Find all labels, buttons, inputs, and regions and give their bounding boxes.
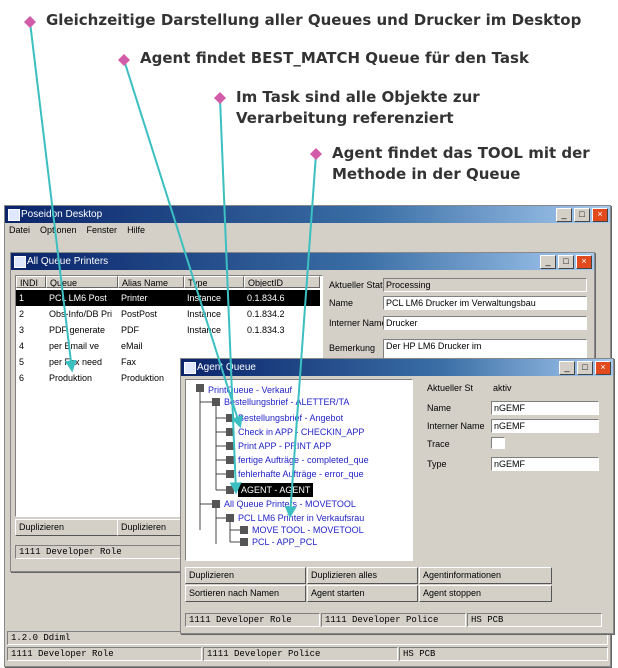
agent-field-label-internal: Interner Name [427,421,485,431]
maximize-icon[interactable]: □ [577,361,593,375]
minimize-icon[interactable]: _ [556,208,572,222]
tree-item[interactable]: Bestellungsbrief - ALETTER/TA [224,395,349,409]
close-icon[interactable]: × [576,255,592,269]
tree-item[interactable]: All Queue Printers - MOVETOOL [224,497,356,511]
menu-hilfe[interactable]: Hilfe [127,223,145,237]
desktop-status-2: 1111 Developer Police [203,647,398,661]
agent-titlebar[interactable]: Agent Queue _ □ × [181,359,613,376]
agent-status-1: 1111 Developer Role [185,613,320,627]
field-label-internal: Interner Name [329,318,387,328]
agent-field-label-name: Name [427,403,452,413]
tree-item[interactable]: fehlerhafte Aufträge - error_que [238,467,364,481]
annotation-4: ◆Agent findet das TOOL mit derMethode in… [332,144,590,183]
tree-item[interactable]: fertige Aufträge - completed_que [238,453,369,467]
agent-status-3: HS PCB [467,613,602,627]
agent-field-label-trace: Trace [427,439,450,449]
col-header-queue[interactable]: Queue [46,276,118,288]
agent-status-label: Aktueller St [427,383,474,393]
annotation-2: ◆Agent findet BEST_MATCH Queue für den T… [140,49,529,67]
menu-optionen[interactable]: Optionen [40,223,77,237]
menu-bar: Datei Optionen Fenster Hilfe [5,223,610,237]
field-name[interactable]: PCL LM6 Drucker im Verwaltungsbau [383,296,587,310]
agent-status-value: aktiv [493,383,512,393]
window-icon [14,256,26,268]
queue-status-bar: 1111 Developer Role [15,545,184,559]
table-row[interactable]: 1 PCL LM6 Post Printer Instance 0.1.834.6 [16,290,320,306]
agent-start-button[interactable]: Agent starten [307,585,418,602]
diamond-4-icon [310,148,322,160]
queue-list-header: INDI Queue Alias Name Type ObjectID [16,276,320,288]
agent-field-name[interactable]: nGEMF [491,401,599,415]
field-label-name: Name [329,298,354,308]
diamond-2-icon [118,54,130,66]
col-header-type[interactable]: Type [184,276,244,288]
col-header-alias[interactable]: Alias Name [118,276,184,288]
field-internal-name[interactable]: Drucker [383,316,587,330]
tree-item[interactable]: PCL - APP_PCL [252,535,317,549]
agent-tree[interactable]: PrintQueue - Verkauf Bestellungsbrief - … [185,379,413,561]
agent-field-internal[interactable]: nGEMF [491,419,599,433]
sort-by-name-button[interactable]: Sortieren nach Namen [185,585,306,602]
duplicate-button-2[interactable]: Duplizieren [117,519,184,536]
tree-item[interactable]: Print APP - PRINT APP [238,439,331,453]
col-header-objectid[interactable]: ObjectID [244,276,320,288]
col-header-indi[interactable]: INDI [16,276,46,288]
table-row[interactable]: 4 per Email ve eMail [16,338,320,354]
tree-item[interactable]: Check in APP - CHECKIN_APP [238,425,364,439]
field-label-remark: Bemerkung [329,343,376,353]
table-row[interactable]: 3 PDF generate PDF Instance 0.1.834.3 [16,322,320,338]
menu-fenster[interactable]: Fenster [87,223,118,237]
annotation-1: ◆Gleichzeitige Darstellung aller Queues … [46,11,582,29]
status-value: Processing [383,278,587,292]
agent-field-type[interactable]: nGEMF [491,457,599,471]
minimize-icon[interactable]: _ [559,361,575,375]
duplicate-all-button[interactable]: Duplizieren alles [307,567,418,584]
close-icon[interactable]: × [595,361,611,375]
agent-field-label-type: Type [427,459,447,469]
app-icon [8,209,20,221]
trace-checkbox[interactable] [491,437,505,449]
tree-item-selected[interactable]: AGENT - AGENT [238,483,314,497]
maximize-icon[interactable]: □ [574,208,590,222]
close-icon[interactable]: × [592,208,608,222]
desktop-status-3: HS PCB [399,647,608,661]
agent-stop-button[interactable]: Agent stoppen [419,585,552,602]
tree-item[interactable]: Bestellungsbrief - Angebot [238,411,343,425]
window-icon [184,362,196,374]
agent-info-button[interactable]: Agentinformationen [419,567,552,584]
desktop-titlebar[interactable]: Poseidon Desktop _ □ × [5,206,610,223]
diamond-1-icon [24,16,36,28]
maximize-icon[interactable]: □ [558,255,574,269]
queue-titlebar[interactable]: All Queue Printers _ □ × [11,253,594,270]
duplicate-button[interactable]: Duplizieren [15,519,118,536]
table-row[interactable]: 2 Obs-Info/DB Pri PostPost Instance 0.1.834.… [16,306,320,322]
agent-queue-window: Agent Queue _ □ × PrintQueue - Verkauf Bes… [180,358,614,634]
desktop-status-1: 1111 Developer Role [7,647,202,661]
menu-datei[interactable]: Datei [9,223,30,237]
minimize-icon[interactable]: _ [540,255,556,269]
agent-status-2: 1111 Developer Police [321,613,466,627]
annotation-3: ◆Im Task sind alle Objekte zurVerarbeitu… [236,88,480,127]
duplicate-button[interactable]: Duplizieren [185,567,306,584]
diamond-3-icon [214,92,226,104]
